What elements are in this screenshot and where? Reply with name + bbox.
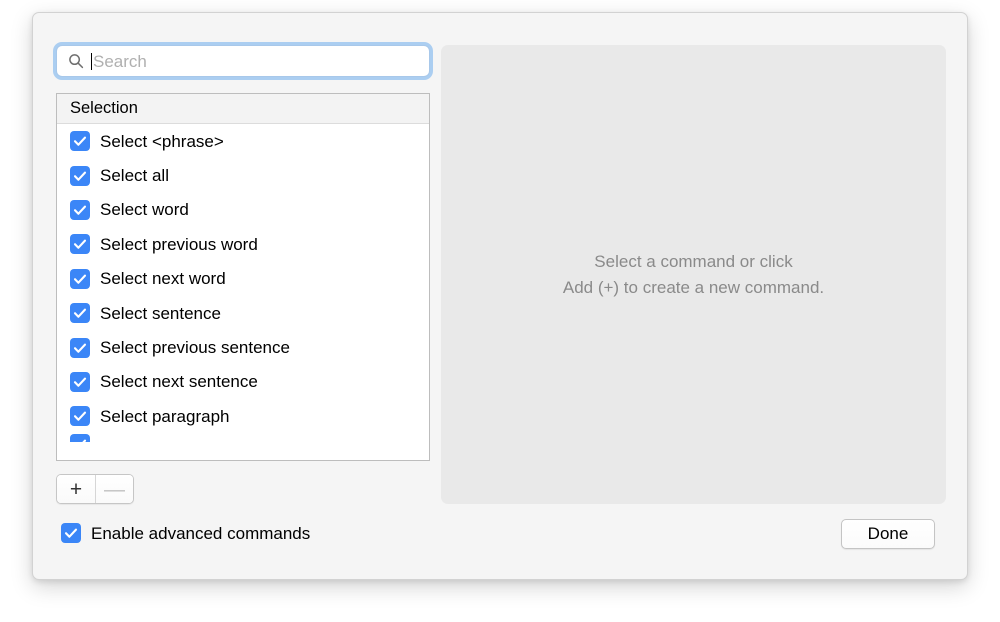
remove-command-button[interactable]: —	[95, 475, 133, 503]
list-item-label: Select previous word	[100, 234, 258, 254]
list-group-header: Selection	[57, 94, 429, 124]
checkbox-checked-icon[interactable]	[70, 303, 90, 324]
enable-advanced-commands-checkbox[interactable]: Enable advanced commands	[61, 523, 310, 543]
command-detail-panel: Select a command or click Add (+) to cre…	[441, 45, 946, 504]
list-item-label: Select next sentence	[100, 372, 258, 392]
checkbox-checked-icon[interactable]	[70, 371, 90, 392]
list-item[interactable]: Select paragraph	[57, 399, 429, 433]
list-item[interactable]: Select <phrase>	[57, 124, 429, 158]
search-placeholder: Search	[93, 51, 147, 71]
minus-icon: —	[104, 477, 125, 501]
list-item-label: Select <phrase>	[100, 131, 224, 151]
list-item-label: Select paragraph	[100, 406, 230, 426]
list-item-label: Select all	[100, 166, 169, 186]
checkbox-checked-icon[interactable]	[70, 131, 90, 152]
list-item[interactable]: Select word	[57, 193, 429, 227]
plus-icon: +	[69, 477, 83, 501]
done-button-label: Done	[867, 524, 909, 543]
dictation-commands-window: Search Selection Select <phrase> Select …	[32, 12, 968, 580]
checkbox-checked-icon[interactable]	[70, 433, 90, 442]
search-icon	[69, 54, 84, 69]
list-item[interactable]: Select previous word	[57, 227, 429, 261]
list-item-partial[interactable]	[57, 433, 429, 442]
checkbox-checked-icon[interactable]	[70, 406, 90, 427]
search-field[interactable]: Search	[56, 45, 430, 77]
list-item[interactable]: Select next word	[57, 262, 429, 296]
checkbox-checked-icon[interactable]	[70, 199, 90, 220]
add-command-button[interactable]: +	[57, 475, 95, 503]
list-item[interactable]: Select sentence	[57, 296, 429, 330]
list-item-label: Select next word	[100, 269, 226, 289]
list-item[interactable]: Select previous sentence	[57, 330, 429, 364]
checkbox-checked-icon[interactable]	[70, 234, 90, 255]
list-item-label: Select word	[100, 200, 189, 220]
list-rows: Select <phrase> Select all Select word S…	[57, 124, 429, 442]
list-item[interactable]: Select next sentence	[57, 365, 429, 399]
checkbox-checked-icon[interactable]	[70, 337, 90, 358]
checkbox-checked-icon[interactable]	[70, 268, 90, 289]
list-item-label: Select previous sentence	[100, 338, 290, 358]
empty-state-line-2: Add (+) to create a new command.	[562, 277, 825, 297]
list-toolbar: + —	[56, 474, 134, 504]
commands-list[interactable]: Selection Select <phrase> Select all Sel…	[56, 93, 430, 461]
empty-state-message: Select a command or click Add (+) to cre…	[563, 249, 824, 300]
screen: Search Selection Select <phrase> Select …	[0, 0, 1000, 622]
text-caret	[91, 52, 92, 70]
empty-state-line-1: Select a command or click	[594, 252, 793, 271]
list-item[interactable]: Select all	[57, 158, 429, 192]
checkbox-checked-icon[interactable]	[70, 165, 90, 186]
list-item-label: Select sentence	[100, 303, 221, 323]
enable-advanced-commands-label: Enable advanced commands	[91, 523, 311, 543]
checkbox-checked-icon[interactable]	[61, 523, 81, 543]
done-button[interactable]: Done	[841, 519, 935, 549]
